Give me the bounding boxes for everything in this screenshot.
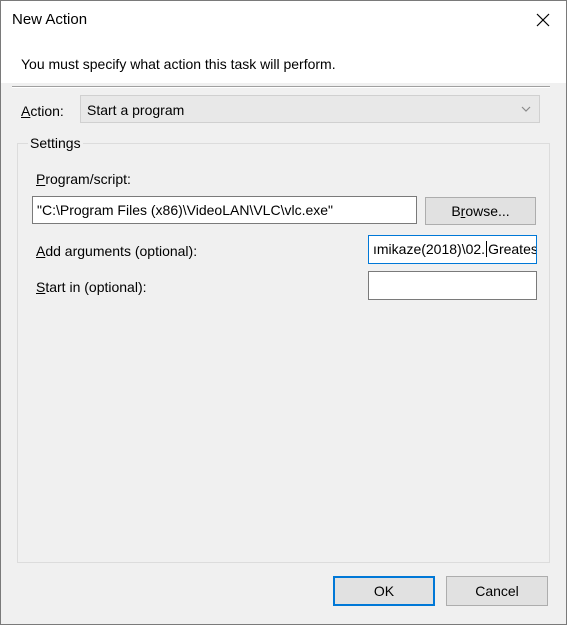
chevron-down-icon (521, 106, 531, 112)
action-dropdown-value: Start a program (87, 102, 185, 118)
program-script-value: "C:\Program Files (x86)\VideoLAN\VLC\vlc… (37, 202, 334, 218)
start-in-label: Start in (optional): (36, 279, 147, 295)
program-script-input[interactable]: "C:\Program Files (x86)\VideoLAN\VLC\vlc… (32, 196, 417, 224)
close-button[interactable] (520, 1, 566, 39)
arguments-text-before-caret: ımikaze(2018)\02. (373, 241, 486, 257)
cancel-button[interactable]: Cancel (446, 576, 548, 606)
program-script-label: Program/script: (36, 171, 131, 187)
add-arguments-label: Add arguments (optional): (36, 243, 198, 259)
ok-button[interactable]: OK (333, 576, 435, 606)
new-action-dialog: New Action You must specify what action … (0, 0, 567, 625)
add-arguments-input[interactable]: ımikaze(2018)\02. Greatest (368, 235, 537, 264)
browse-button[interactable]: Browse... (425, 197, 536, 225)
settings-legend: Settings (28, 135, 83, 151)
header-message: You must specify what action this task w… (21, 56, 336, 72)
header-divider (12, 86, 550, 88)
window-title: New Action (12, 11, 88, 28)
action-dropdown[interactable]: Start a program (80, 95, 540, 123)
close-icon (536, 13, 550, 27)
arguments-text-after-caret: Greatest (488, 241, 537, 257)
title-bar: New Action (1, 1, 566, 39)
action-label: Action: (21, 103, 64, 119)
start-in-input[interactable] (368, 271, 537, 300)
header-area: You must specify what action this task w… (1, 39, 566, 83)
text-caret (486, 241, 488, 257)
